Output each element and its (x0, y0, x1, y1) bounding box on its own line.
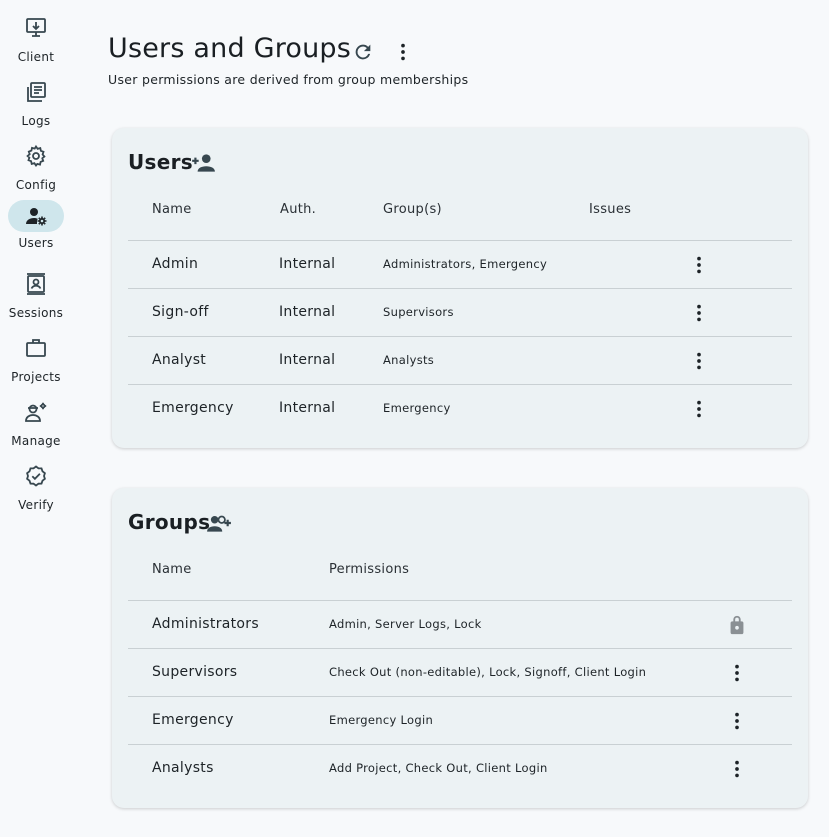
library-books-icon (8, 76, 64, 108)
users-col-issues: Issues (589, 202, 632, 217)
groups-card: Groups Name Permissions Administrators A… (112, 488, 808, 808)
group-row: Analysts Add Project, Check Out, Client … (128, 744, 792, 792)
group-row: Supervisors Check Out (non-editable), Lo… (128, 648, 792, 696)
nav-item-users[interactable]: Users (0, 200, 72, 258)
nav-item-client[interactable]: Client (0, 12, 72, 70)
user-auth: Internal (279, 304, 336, 320)
more-vert-icon (697, 304, 701, 322)
user-row: Emergency Internal Emergency (128, 384, 792, 432)
more-vert-icon (697, 352, 701, 370)
more-vert-icon (735, 712, 739, 730)
header-more-button[interactable] (391, 40, 415, 64)
group-row: Emergency Emergency Login (128, 696, 792, 744)
groups-card-title: Groups (128, 510, 211, 534)
group-name: Emergency (152, 712, 234, 728)
users-col-auth: Auth. (280, 202, 317, 217)
gear-icon (8, 140, 64, 172)
user-more-button[interactable] (687, 301, 711, 325)
user-name: Admin (152, 256, 199, 272)
group-add-icon (207, 515, 231, 532)
nav-label: Sessions (8, 306, 64, 320)
user-auth: Internal (279, 352, 336, 368)
group-permissions: Check Out (non-editable), Lock, Signoff,… (329, 665, 647, 679)
more-vert-icon (697, 256, 701, 274)
user-row: Analyst Internal Analysts (128, 336, 792, 384)
nav-label: Verify (18, 498, 54, 512)
lock-icon (725, 613, 749, 637)
sidebar: Client Logs Config Users Sessions Projec… (0, 0, 72, 837)
group-permissions: Add Project, Check Out, Client Login (329, 761, 548, 775)
nav-label: Users (18, 236, 54, 250)
manage-accounts-icon (8, 200, 64, 232)
nav-label: Projects (11, 370, 61, 384)
user-name: Emergency (152, 400, 234, 416)
user-auth: Internal (279, 400, 336, 416)
group-row: Administrators Admin, Server Logs, Lock (128, 600, 792, 648)
contact-card-icon (8, 268, 64, 300)
groups-col-name: Name (152, 562, 192, 577)
users-card: Users Name Auth. Group(s) Issues Admin I… (112, 128, 808, 448)
user-groups: Analysts (383, 353, 435, 367)
user-more-button[interactable] (687, 397, 711, 421)
user-row: Sign-off Internal Supervisors (128, 288, 792, 336)
user-groups: Emergency (383, 401, 451, 415)
nav-label: Config (15, 178, 57, 192)
groups-col-permissions: Permissions (329, 562, 410, 577)
user-more-button[interactable] (687, 253, 711, 277)
group-name: Supervisors (152, 664, 238, 680)
nav-item-projects[interactable]: Projects (0, 332, 72, 390)
add-user-button[interactable] (190, 150, 216, 176)
group-permissions: Admin, Server Logs, Lock (329, 617, 482, 631)
nav-label: Manage (11, 434, 61, 448)
group-more-button[interactable] (725, 661, 749, 685)
group-permissions: Emergency Login (329, 713, 434, 727)
nav-item-config[interactable]: Config (0, 140, 72, 198)
refresh-button[interactable] (351, 40, 375, 64)
users-col-name: Name (152, 202, 192, 217)
group-name: Administrators (152, 616, 259, 632)
user-row: Admin Internal Administrators, Emergency (128, 240, 792, 288)
person-add-icon (192, 154, 215, 172)
nav-item-manage[interactable]: Manage (0, 396, 72, 454)
group-more-button[interactable] (725, 757, 749, 781)
user-groups: Administrators, Emergency (383, 257, 548, 271)
nav-item-verify[interactable]: Verify (0, 460, 72, 518)
more-vert-icon (401, 43, 405, 61)
user-more-button[interactable] (687, 349, 711, 373)
user-auth: Internal (279, 256, 336, 272)
user-groups: Supervisors (383, 305, 454, 319)
engineering-icon (8, 396, 64, 428)
group-name: Analysts (152, 760, 214, 776)
page-subtitle: User permissions are derived from group … (108, 72, 469, 87)
nav-item-logs[interactable]: Logs (0, 76, 72, 134)
add-group-button[interactable] (206, 510, 232, 536)
briefcase-icon (8, 332, 64, 364)
verified-badge-icon (8, 460, 64, 492)
more-vert-icon (697, 400, 701, 418)
user-name: Analyst (152, 352, 207, 368)
refresh-icon (355, 44, 371, 60)
group-more-button[interactable] (725, 709, 749, 733)
page-title: Users and Groups (108, 33, 352, 64)
more-vert-icon (735, 760, 739, 778)
user-name: Sign-off (152, 304, 209, 320)
nav-label: Client (17, 50, 55, 64)
nav-item-sessions[interactable]: Sessions (0, 268, 72, 326)
users-card-title: Users (128, 150, 193, 174)
users-col-groups: Group(s) (383, 202, 442, 217)
download-to-computer-icon (8, 12, 64, 44)
more-vert-icon (735, 664, 739, 682)
nav-label: Logs (21, 114, 51, 128)
